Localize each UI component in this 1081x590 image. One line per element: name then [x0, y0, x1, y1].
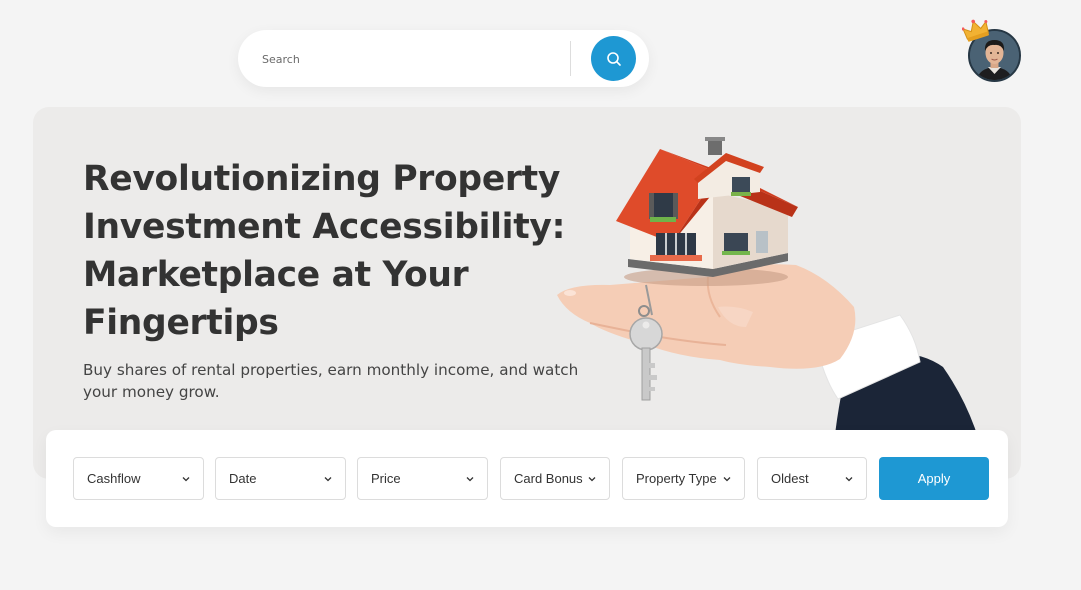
- filter-date-dropdown[interactable]: Date: [215, 457, 346, 500]
- filter-label: Date: [229, 471, 257, 486]
- crown-icon: [962, 19, 989, 42]
- search-input[interactable]: [262, 48, 562, 70]
- hero-banner: Revolutionizing Property Investment Acce…: [33, 107, 1021, 479]
- hero-subtitle: Buy shares of rental properties, earn mo…: [83, 361, 579, 401]
- filter-label: Property Type: [636, 471, 717, 486]
- chevron-down-icon: [588, 476, 596, 481]
- chevron-down-icon: [182, 476, 190, 481]
- filter-property-type-dropdown[interactable]: Property Type: [622, 457, 745, 500]
- search-divider: [570, 41, 571, 76]
- filter-label: Price: [371, 471, 401, 486]
- filter-label: Oldest: [771, 471, 809, 486]
- filter-cashflow-dropdown[interactable]: Cashflow: [73, 457, 204, 500]
- search-button[interactable]: [591, 36, 636, 81]
- chevron-down-icon: [466, 476, 474, 481]
- filter-label: Cashflow: [87, 471, 141, 486]
- search-bar: [238, 30, 649, 87]
- chevron-down-icon: [845, 476, 853, 481]
- search-icon: [606, 51, 621, 66]
- filter-bar: Cashflow Date Price Card Bonus Property …: [46, 430, 1008, 527]
- hand-holding-house-with-key-icon: [557, 137, 988, 479]
- filter-price-dropdown[interactable]: Price: [357, 457, 488, 500]
- filter-label: Card Bonus: [514, 471, 583, 486]
- chevron-down-icon: [723, 476, 731, 481]
- hero-title: Revolutionizing Property Investment Acce…: [83, 159, 566, 343]
- filter-sort-dropdown[interactable]: Oldest: [757, 457, 867, 500]
- chevron-down-icon: [324, 476, 332, 481]
- filter-card-bonus-dropdown[interactable]: Card Bonus: [500, 457, 610, 500]
- apply-button[interactable]: Apply: [879, 457, 989, 500]
